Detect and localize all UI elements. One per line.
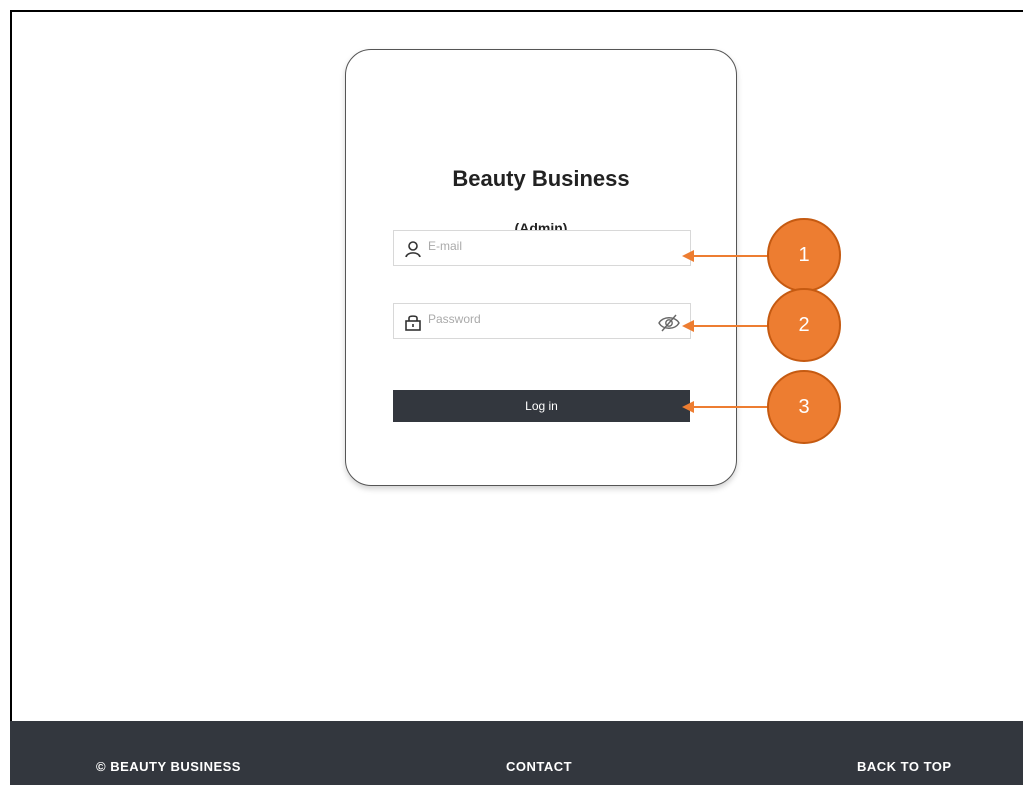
page-title: Beauty Business xyxy=(452,166,630,191)
password-field[interactable]: Password xyxy=(393,303,691,339)
eye-slash-icon[interactable] xyxy=(658,314,680,332)
login-button[interactable]: Log in xyxy=(393,390,690,422)
footer: © BEAUTY BUSINESS CONTACT BACK TO TOP xyxy=(10,721,1023,785)
lock-icon xyxy=(405,315,421,331)
callout-arrow-1 xyxy=(682,250,776,262)
footer-back-to-top-link[interactable]: BACK TO TOP xyxy=(857,759,952,774)
callout-2: 2 xyxy=(767,288,841,362)
callout-arrow-3 xyxy=(682,401,776,413)
footer-contact-link[interactable]: CONTACT xyxy=(506,759,572,774)
footer-copyright: © BEAUTY BUSINESS xyxy=(96,759,241,774)
email-field[interactable]: E-mail xyxy=(393,230,691,266)
callout-arrow-2 xyxy=(682,320,776,332)
password-placeholder: Password xyxy=(428,312,481,326)
callout-3: 3 xyxy=(767,370,841,444)
callout-1: 1 xyxy=(767,218,841,292)
user-icon xyxy=(405,241,421,258)
email-placeholder: E-mail xyxy=(428,239,463,253)
